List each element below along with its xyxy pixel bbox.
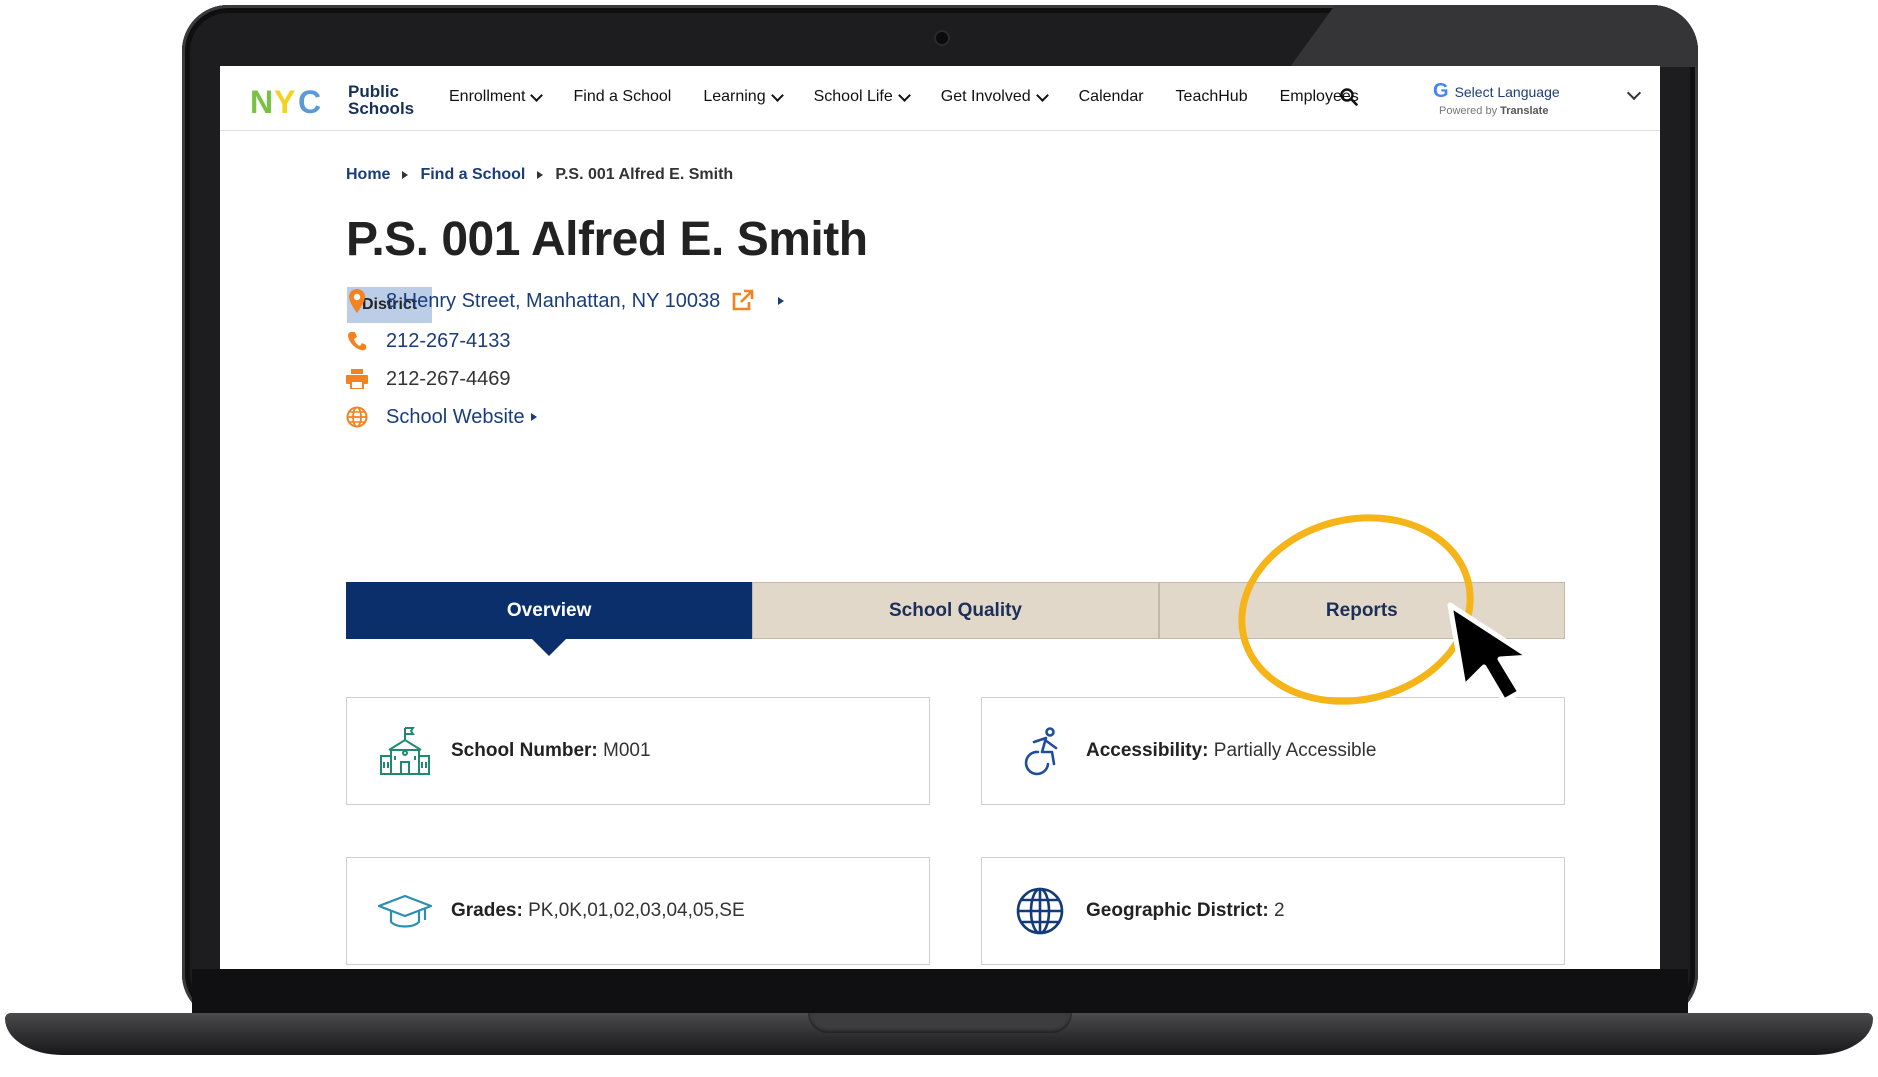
grades-text: Grades: PK,0K,01,02,03,04,05,SE xyxy=(451,900,745,922)
webcam xyxy=(936,32,948,44)
globe-icon xyxy=(1016,887,1064,935)
accessibility-text: Accessibility: Partially Accessible xyxy=(1086,740,1376,762)
district-text: Geographic District: 2 xyxy=(1086,900,1285,922)
nav-calendar-label: Calendar xyxy=(1078,88,1144,105)
browser-screen: N Y C Public Schools Enrollment Find a S… xyxy=(220,66,1660,969)
breadcrumb-separator-icon xyxy=(537,171,544,179)
breadcrumb-find-a-school[interactable]: Find a School xyxy=(420,166,525,184)
website-row: School Website xyxy=(346,405,537,429)
school-website-link[interactable]: School Website xyxy=(386,406,525,429)
tab-overview[interactable]: Overview xyxy=(346,582,753,656)
grades-label: Grades: xyxy=(451,900,523,921)
district-label: Geographic District: xyxy=(1086,900,1269,921)
nav-teachhub[interactable]: TeachHub xyxy=(1160,88,1264,106)
nav-school-life[interactable]: School Life xyxy=(798,88,925,106)
expand-arrow-icon[interactable] xyxy=(778,297,785,305)
laptop-notch xyxy=(808,1013,1072,1033)
nav-enrollment-label: Enrollment xyxy=(449,88,526,105)
google-icon: G xyxy=(1433,80,1449,102)
nav-school-life-label: School Life xyxy=(813,88,893,105)
nyc-logo-icon: N Y C xyxy=(250,84,340,117)
fax-row: 212-267-4469 xyxy=(346,367,511,391)
graduation-cap-icon xyxy=(377,894,433,928)
globe-icon xyxy=(346,405,368,429)
tab-overview-label: Overview xyxy=(506,599,592,621)
tab-school-quality-label: School Quality xyxy=(888,599,1022,621)
chevron-down-icon[interactable] xyxy=(1626,85,1642,101)
expand-arrow-icon xyxy=(530,413,537,421)
chevron-down-icon xyxy=(1035,88,1049,102)
nav-get-involved-label: Get Involved xyxy=(940,88,1031,105)
logo-text-line1: Public xyxy=(348,82,400,101)
main-nav: Enrollment Find a School Learning School… xyxy=(433,88,1375,106)
chevron-down-icon xyxy=(530,88,544,102)
powered-by: Powered by Translate xyxy=(1439,105,1560,117)
address-link[interactable]: 8 Henry Street, Manhattan, NY 10038 xyxy=(386,290,720,313)
svg-text:C: C xyxy=(298,84,321,117)
school-number-value: M001 xyxy=(603,740,651,761)
language-selector[interactable]: G Select Language Powered by Translate xyxy=(1433,80,1560,117)
district-value: 2 xyxy=(1273,900,1285,921)
svg-text:N: N xyxy=(250,84,271,117)
nav-learning[interactable]: Learning xyxy=(687,88,797,106)
nav-find-a-school-label: Find a School xyxy=(573,88,672,105)
select-language-label: Select Language xyxy=(1454,83,1560,100)
grades-value: PK,0K,01,02,03,04,05,SE xyxy=(528,900,745,921)
breadcrumb: Home Find a School P.S. 001 Alfred E. Sm… xyxy=(346,166,733,184)
grades-card: Grades: PK,0K,01,02,03,04,05,SE xyxy=(346,857,930,965)
lid-glare xyxy=(1290,5,1698,67)
map-pin-icon xyxy=(346,289,368,313)
school-number-text: School Number: M001 xyxy=(451,740,651,762)
breadcrumb-current: P.S. 001 Alfred E. Smith xyxy=(555,166,734,183)
nav-employees[interactable]: Employees xyxy=(1264,88,1375,106)
fax-number: 212-267-4469 xyxy=(386,367,511,390)
powered-by-brand[interactable]: Translate xyxy=(1500,105,1548,117)
logo-text-line2: Schools xyxy=(348,99,415,118)
external-link-icon[interactable] xyxy=(730,289,754,313)
chevron-down-icon xyxy=(770,88,784,102)
phone-link[interactable]: 212-267-4133 xyxy=(386,330,511,353)
phone-icon xyxy=(346,329,368,353)
site-logo[interactable]: N Y C Public Schools xyxy=(250,80,414,120)
nav-get-involved[interactable]: Get Involved xyxy=(925,88,1063,106)
accessibility-label: Accessibility: xyxy=(1086,740,1209,761)
accessibility-card: Accessibility: Partially Accessible xyxy=(981,697,1565,805)
breadcrumb-home[interactable]: Home xyxy=(346,166,390,184)
nav-calendar[interactable]: Calendar xyxy=(1063,88,1160,106)
breadcrumb-separator-icon xyxy=(402,171,409,179)
tab-school-quality[interactable]: School Quality xyxy=(752,582,1159,639)
address-row: 8 Henry Street, Manhattan, NY 10038 xyxy=(346,289,785,313)
phone-row: 212-267-4133 xyxy=(346,329,511,353)
school-building-icon xyxy=(380,727,430,775)
mouse-pointer-icon xyxy=(1447,602,1533,704)
svg-text:Y: Y xyxy=(274,84,295,117)
page-title: P.S. 001 Alfred E. Smith xyxy=(346,213,868,266)
search-icon[interactable] xyxy=(1340,88,1358,106)
accessibility-icon xyxy=(1024,727,1058,776)
school-number-label: School Number: xyxy=(451,740,598,761)
laptop-chin xyxy=(192,969,1688,1015)
powered-by-prefix: Powered by xyxy=(1439,105,1498,117)
accessibility-value: Partially Accessible xyxy=(1213,740,1377,761)
nav-learning-label: Learning xyxy=(703,88,766,105)
nav-teachhub-label: TeachHub xyxy=(1175,88,1248,105)
chevron-down-icon xyxy=(897,88,911,102)
nav-find-a-school[interactable]: Find a School xyxy=(557,88,687,106)
district-card: Geographic District: 2 xyxy=(981,857,1565,965)
school-number-card: School Number: M001 xyxy=(346,697,930,805)
logo-text: Public Schools xyxy=(348,83,414,117)
nav-enrollment[interactable]: Enrollment xyxy=(433,88,557,106)
printer-icon xyxy=(346,367,368,391)
site-header: N Y C Public Schools Enrollment Find a S… xyxy=(220,66,1660,131)
